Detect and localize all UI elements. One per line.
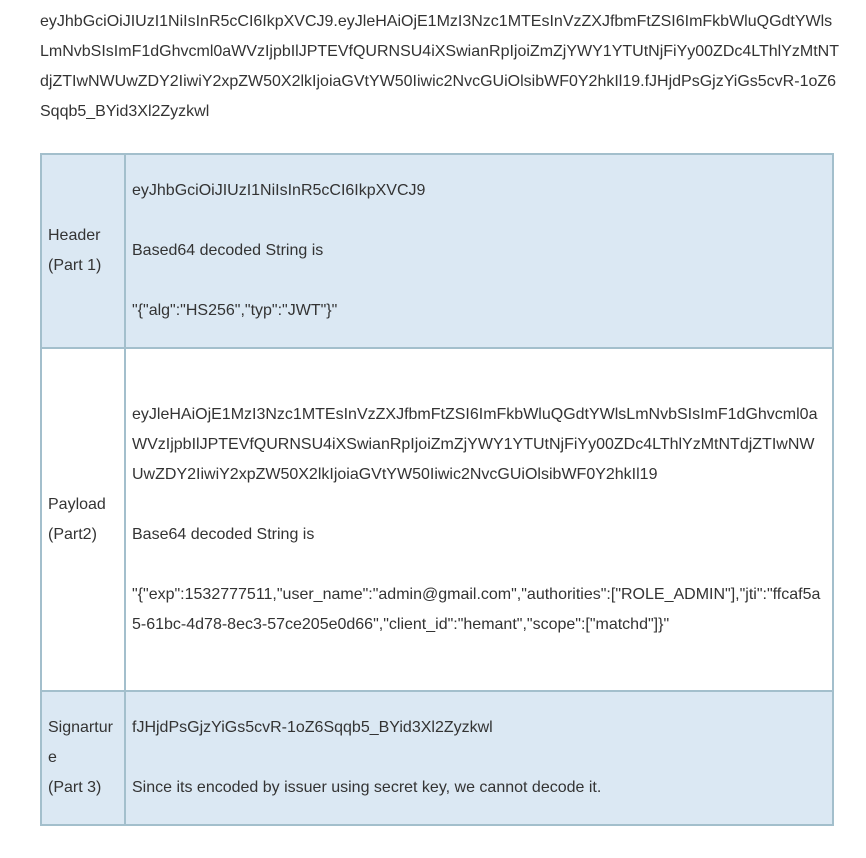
row-label-part: (Part 1) <box>48 257 102 274</box>
signature-note: Since its encoded by issuer using secret… <box>132 779 602 796</box>
row-label-signature: Signarture (Part 3) <box>40 690 126 826</box>
table-row-header: Header (Part 1) eyJhbGciOiJIUzI1NiIsInR5… <box>40 153 834 349</box>
row-label-name: Payload <box>48 495 106 513</box>
row-label-part: (Part 3) <box>48 779 102 796</box>
row-label-payload: Payload (Part2) <box>40 347 126 692</box>
full-jwt-token: eyJhbGciOiJIUzI1NiIsInR5cCI6IkpXVCJ9.eyJ… <box>40 13 839 120</box>
jwt-parts-table: Header (Part 1) eyJhbGciOiJIUzI1NiIsInR5… <box>40 153 834 826</box>
row-label-name: Header <box>48 227 101 244</box>
decoded-header: "{"alg":"HS256","typ":"JWT"}" <box>132 302 338 319</box>
encoded-signature: fJHjdPsGjzYiGs5cvR-1oZ6Sqqb5_BYid3Xl2Zyz… <box>132 719 493 736</box>
row-label-name: Signarture <box>48 719 113 766</box>
decoded-payload: "{"exp":1532777511,"user_name":"admin@gm… <box>132 585 821 633</box>
row-label-header: Header (Part 1) <box>40 153 126 349</box>
decode-note: Base64 decoded String is <box>132 525 315 543</box>
row-content-header: eyJhbGciOiJIUzI1NiIsInR5cCI6IkpXVCJ9 Bas… <box>124 153 834 349</box>
row-label-part: (Part2) <box>48 525 97 543</box>
encoded-payload: eyJleHAiOjE1MzI3Nzc1MTEsInVzZXJfbmFtZSI6… <box>132 405 818 483</box>
decode-note: Based64 decoded String is <box>132 242 324 259</box>
table-row-payload: Payload (Part2) eyJleHAiOjE1MzI3Nzc1MTEs… <box>40 347 834 692</box>
row-content-signature: fJHjdPsGjzYiGs5cvR-1oZ6Sqqb5_BYid3Xl2Zyz… <box>124 690 834 826</box>
encoded-header: eyJhbGciOiJIUzI1NiIsInR5cCI6IkpXVCJ9 <box>132 182 426 199</box>
table-row-signature: Signarture (Part 3) fJHjdPsGjzYiGs5cvR-1… <box>40 690 834 826</box>
row-content-payload: eyJleHAiOjE1MzI3Nzc1MTEsInVzZXJfbmFtZSI6… <box>124 347 834 692</box>
